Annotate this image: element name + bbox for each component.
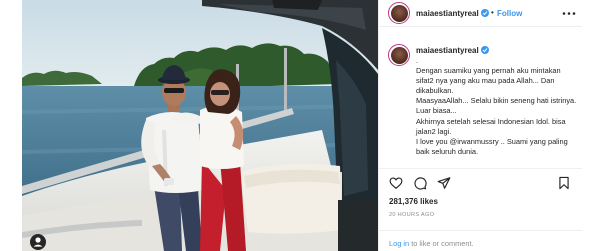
login-prompt: Log in to like or comment. xyxy=(389,239,474,248)
share-icon[interactable] xyxy=(437,176,451,190)
author-username[interactable]: maiaestiantyreal xyxy=(416,9,489,18)
post-timestamp[interactable]: 20 HOURS AGO xyxy=(389,212,434,218)
user-tag-icon[interactable] xyxy=(30,234,46,250)
caption-text: . Dengan suamiku yang pernah aku mintaka… xyxy=(416,56,577,156)
post-side-panel: maiaestiantyreal • Follow maiaestiantyre… xyxy=(378,0,583,251)
author-avatar[interactable] xyxy=(388,2,410,24)
login-bar: Log in to like or comment. xyxy=(379,230,583,251)
post-header: maiaestiantyreal • Follow xyxy=(379,0,583,27)
caption-username[interactable]: maiaestiantyreal xyxy=(416,46,489,55)
more-horizontal-icon[interactable] xyxy=(562,12,576,15)
bookmark-icon[interactable] xyxy=(557,176,571,190)
right-margin xyxy=(582,0,600,251)
post-actions: 281,376 likes 20 HOURS AGO Log in to lik… xyxy=(379,168,583,251)
likes-count[interactable]: 281,376 likes xyxy=(389,197,438,206)
post-photo[interactable] xyxy=(22,0,378,251)
verified-badge-icon xyxy=(480,9,489,17)
left-margin xyxy=(0,0,22,251)
header-separator: • xyxy=(491,8,494,17)
heart-icon[interactable] xyxy=(389,176,403,190)
verified-badge-icon xyxy=(480,46,489,54)
login-prompt-text: to like or comment. xyxy=(409,239,474,248)
caption-avatar[interactable] xyxy=(388,44,410,66)
login-link[interactable]: Log in xyxy=(389,239,409,248)
follow-button[interactable]: Follow xyxy=(497,9,522,18)
comment-icon[interactable] xyxy=(413,176,427,190)
